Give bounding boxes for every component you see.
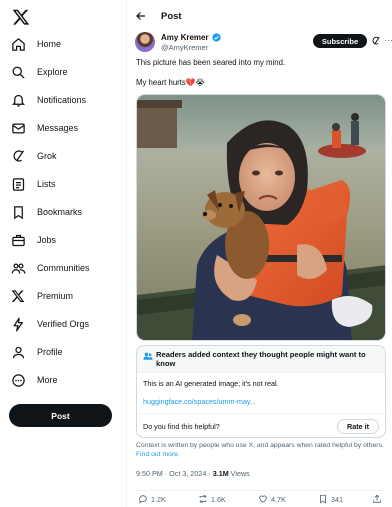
tweet-author: Amy Kremer @AmyKremer Subscribe ··· — [135, 32, 392, 54]
sidebar-item-home[interactable]: Home — [9, 33, 61, 55]
views-count: 3.1M — [212, 469, 229, 478]
avatar[interactable] — [135, 32, 155, 52]
repost-icon — [199, 494, 207, 504]
author-name-row[interactable]: Amy Kremer — [161, 33, 221, 42]
mail-icon — [9, 119, 27, 137]
community-note-footer: Do you find this helpful? Rate it — [137, 413, 385, 437]
sidebar-item-more[interactable]: More — [9, 369, 58, 391]
lightning-icon — [9, 315, 27, 333]
sidebar-item-explore[interactable]: Explore — [9, 61, 68, 83]
bookmark-button[interactable]: 341 — [318, 494, 343, 504]
find-out-more-link[interactable]: Find out more. — [136, 451, 180, 458]
sidebar-item-label: Home — [37, 39, 62, 49]
sidebar-item-premium[interactable]: Premium — [9, 285, 73, 307]
tweet-timestamp[interactable]: 9:50 PM · Oct 3, 2024 · — [136, 469, 213, 478]
community-note-link[interactable]: huggingface.co/spaces/umm-may... — [143, 397, 256, 406]
sidebar-item-label: Messages — [37, 123, 79, 133]
like-count: 4.7K — [271, 494, 286, 504]
repost-button[interactable]: 1.6K — [198, 494, 226, 504]
community-note-header: Readers added context they thought peopl… — [137, 346, 385, 373]
sidebar-item-messages[interactable]: Messages — [9, 117, 78, 139]
sidebar-item-label: Lists — [37, 179, 56, 189]
subscribe-button[interactable]: Subscribe — [313, 34, 367, 48]
like-button[interactable]: 4.7K — [258, 494, 286, 504]
sidebar-item-label: Premium — [37, 291, 74, 301]
sidebar-item-label: Jobs — [37, 235, 57, 245]
views-label: Views — [228, 469, 250, 478]
people-icon — [9, 259, 27, 277]
author-handle[interactable]: @AmyKremer — [161, 43, 208, 52]
tweet-text-line: This picture has been seared into my min… — [136, 58, 286, 67]
community-note: Readers added context they thought peopl… — [136, 345, 386, 438]
person-icon — [9, 343, 27, 361]
post-button[interactable]: Post — [9, 404, 112, 427]
more-options-icon[interactable]: ··· — [384, 35, 392, 45]
community-note-title: Readers added context they thought peopl… — [156, 350, 366, 368]
back-arrow-icon[interactable] — [135, 10, 147, 22]
sidebar-item-label: Communities — [37, 263, 90, 273]
sidebar-item-label: Bookmarks — [37, 207, 83, 217]
sidebar: Home Explore Notifications Messages Grok… — [0, 0, 126, 507]
bell-icon — [9, 91, 27, 109]
briefcase-icon — [9, 231, 27, 249]
search-icon — [9, 63, 27, 81]
sidebar-item-notifications[interactable]: Notifications — [9, 89, 86, 111]
community-note-disclaimer: Context is written by people who use X, … — [136, 442, 386, 459]
share-icon — [373, 494, 381, 503]
people-icon — [143, 352, 153, 360]
repost-count: 1.6K — [211, 494, 226, 504]
reply-button[interactable]: 1.2K — [138, 494, 166, 504]
author-name[interactable]: Amy Kremer — [161, 33, 209, 42]
helpful-question: Do you find this helpful? — [143, 422, 220, 431]
main-column: Post Amy Kremer @AmyKremer Subscribe ···… — [126, 0, 392, 507]
home-icon — [9, 35, 27, 53]
disclaimer-text: Context is written by people who use X, … — [136, 442, 384, 449]
tweet-photo[interactable] — [136, 94, 386, 341]
sidebar-item-label: Notifications — [37, 95, 87, 105]
share-button[interactable] — [372, 494, 385, 504]
more-circle-icon — [9, 371, 27, 389]
community-note-body: This is an AI generated image; it's not … — [143, 379, 279, 388]
reply-icon — [139, 495, 147, 504]
sidebar-item-jobs[interactable]: Jobs — [9, 229, 56, 251]
page-header: Post — [127, 0, 392, 32]
x-logo-icon[interactable] — [12, 8, 30, 26]
tweet-meta: 9:50 PM · Oct 3, 2024 · 3.1M Views — [136, 469, 250, 478]
sidebar-item-label: More — [37, 375, 58, 385]
grok-icon[interactable] — [371, 36, 381, 46]
heart-icon — [259, 495, 267, 503]
bookmark-icon — [9, 203, 27, 221]
sidebar-item-label: Profile — [37, 347, 63, 357]
verified-badge-icon — [211, 33, 221, 42]
x-logo-icon — [9, 287, 27, 305]
tweet-actions: 1.2K 1.6K 4.7K 341 — [136, 490, 386, 504]
reply-count: 1.2K — [151, 494, 166, 504]
grok-icon — [9, 147, 27, 165]
sidebar-item-profile[interactable]: Profile — [9, 341, 63, 363]
sidebar-item-verified-orgs[interactable]: Verified Orgs — [9, 313, 89, 335]
photo-girl-with-puppy-in-boat — [137, 95, 385, 340]
list-icon — [9, 175, 27, 193]
sidebar-item-communities[interactable]: Communities — [9, 257, 90, 279]
sidebar-item-bookmarks[interactable]: Bookmarks — [9, 201, 82, 223]
sidebar-item-label: Grok — [37, 151, 57, 161]
rate-it-button[interactable]: Rate it — [337, 419, 379, 434]
sidebar-item-label: Explore — [37, 67, 68, 77]
page-title: Post — [161, 11, 182, 22]
sidebar-item-label: Verified Orgs — [37, 319, 90, 329]
sidebar-item-grok[interactable]: Grok — [9, 145, 57, 167]
sidebar-item-lists[interactable]: Lists — [9, 173, 56, 195]
bookmark-count: 341 — [331, 494, 343, 504]
bookmark-icon — [320, 494, 326, 504]
tweet-text-line: My heart hurts💔😭 — [136, 78, 205, 87]
